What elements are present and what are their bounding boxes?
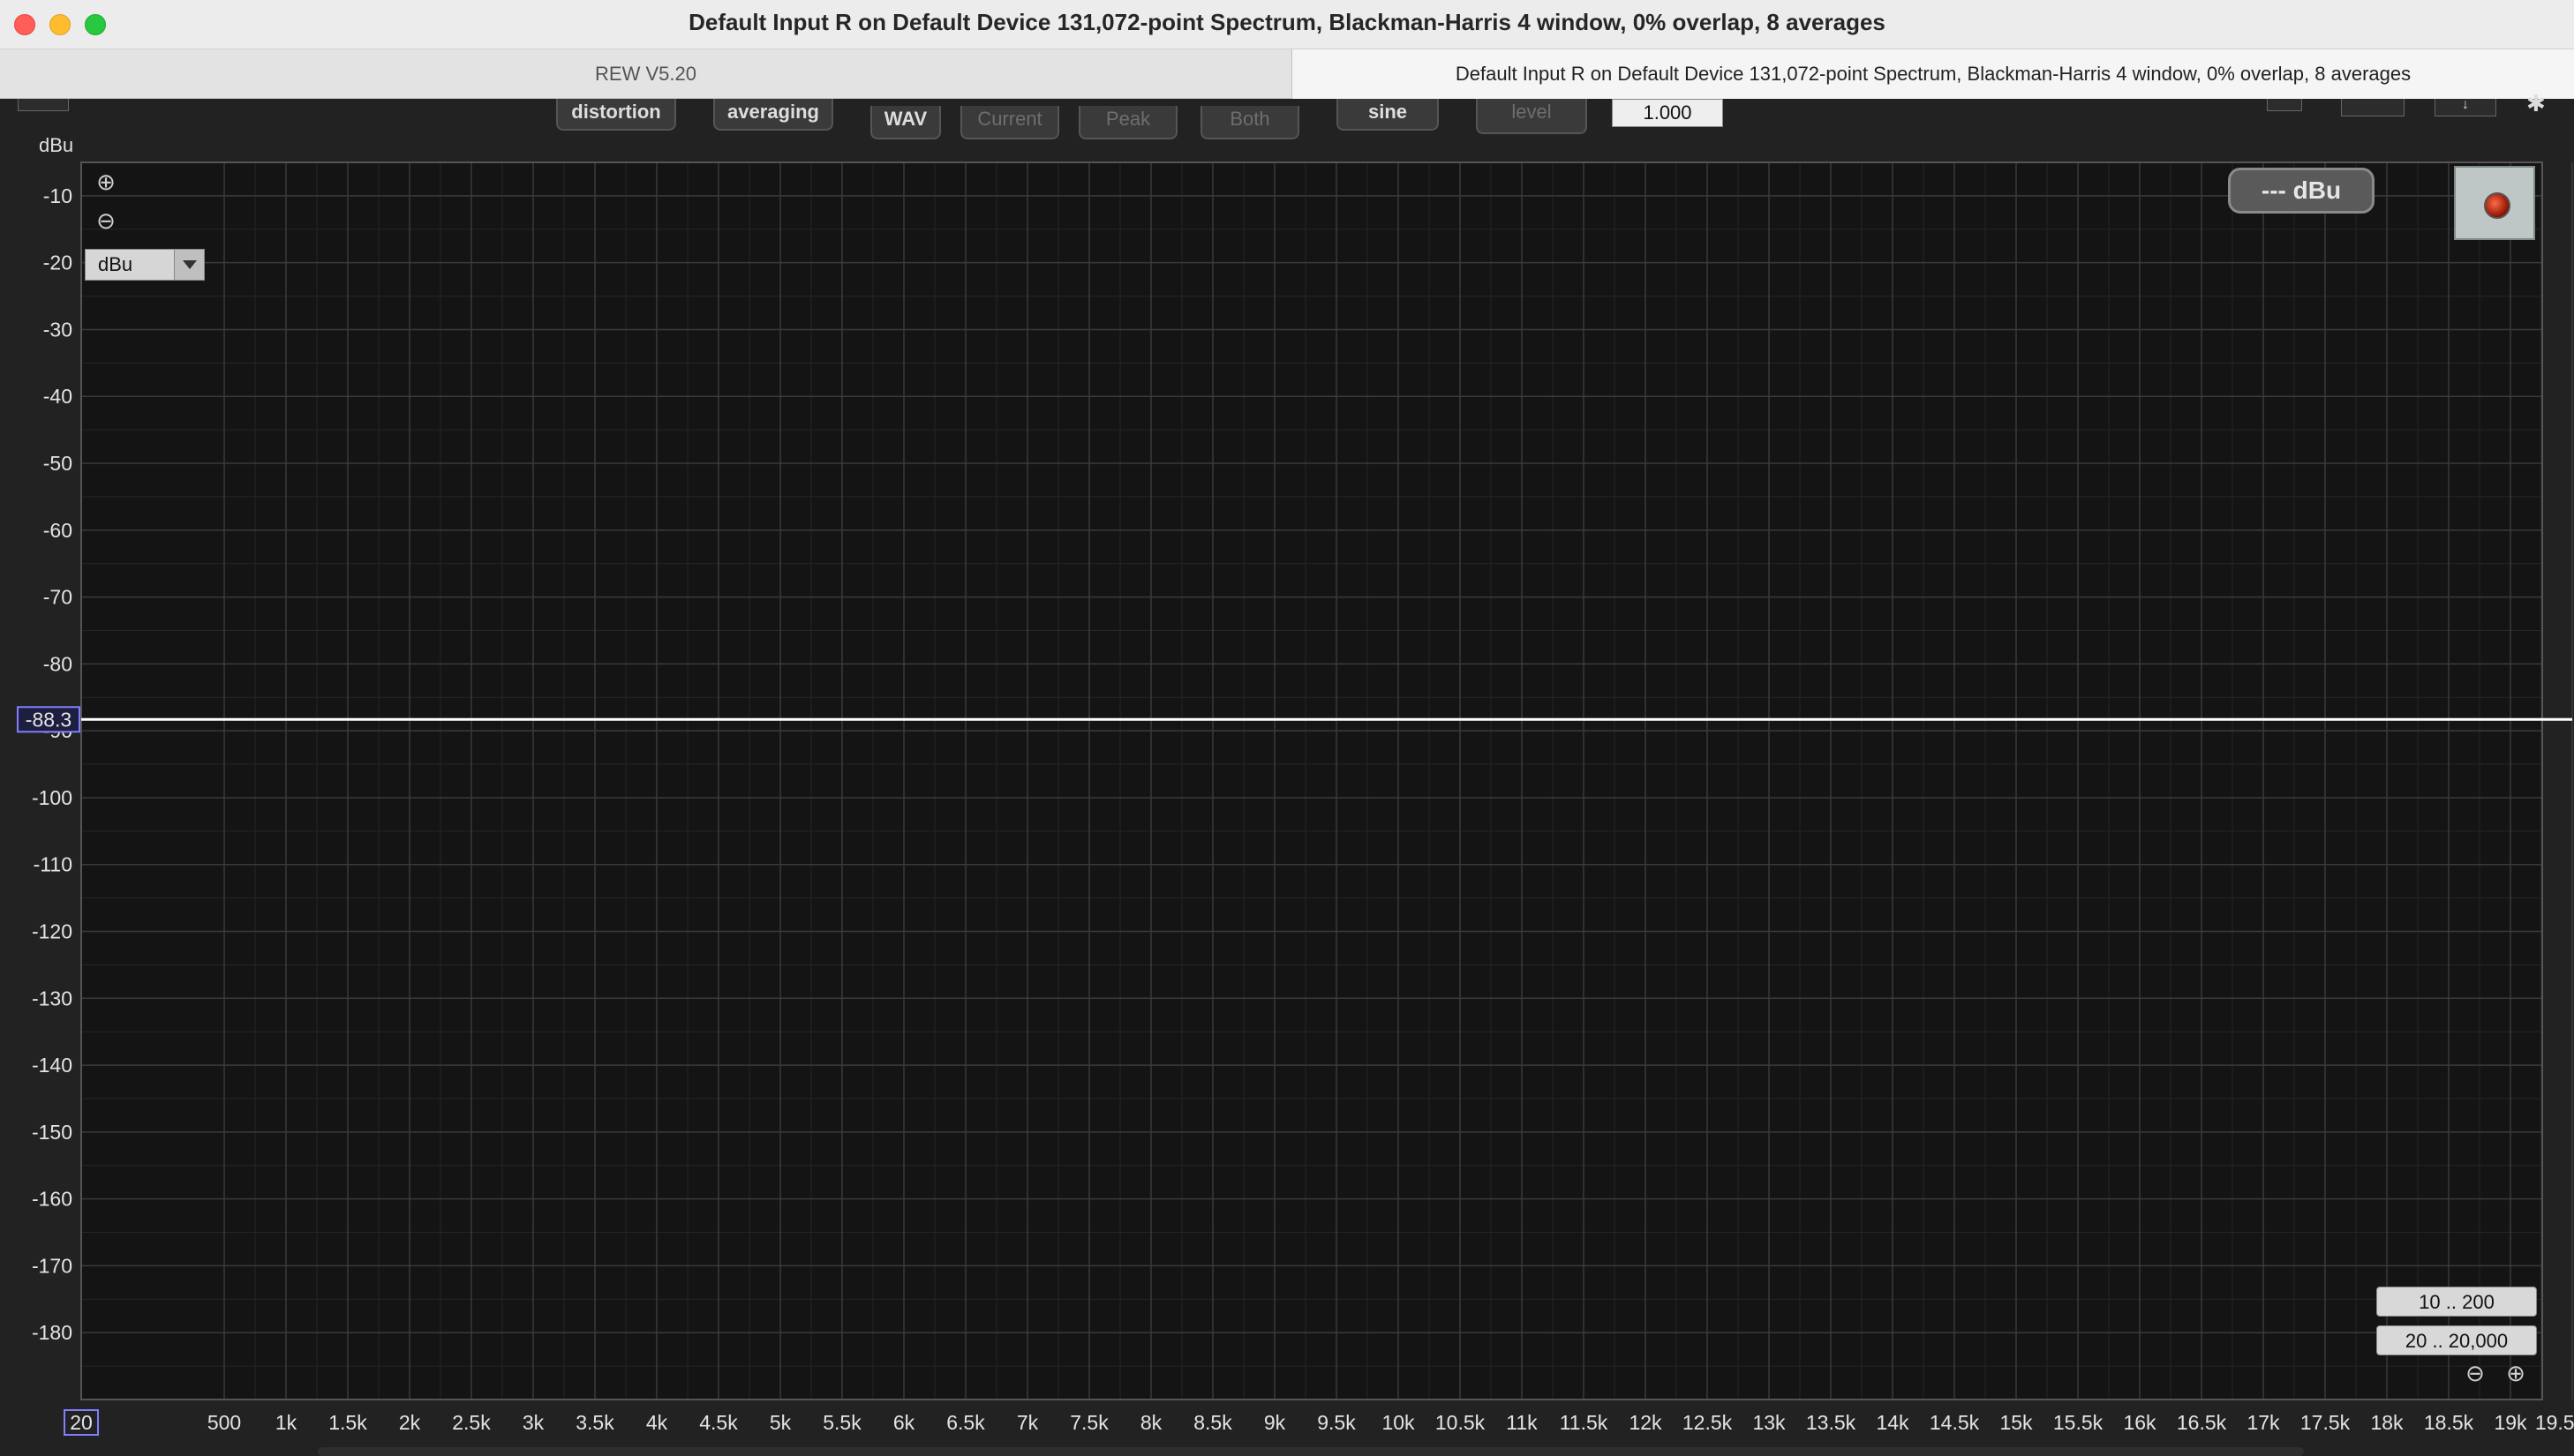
y-tick-label: -80 — [43, 652, 72, 675]
tab-rta-spectrum[interactable]: Default Input R on Default Device 131,07… — [1292, 49, 2574, 99]
y-tick-label: -70 — [43, 586, 72, 609]
x-tick-label: 9k — [1264, 1411, 1286, 1434]
x-tick-label: 7.5k — [1070, 1411, 1109, 1434]
chevron-down-icon[interactable] — [174, 250, 204, 280]
current-button[interactable]: Current — [960, 106, 1059, 139]
x-tick-label: 14k — [1876, 1411, 1909, 1434]
zoom-out-icon[interactable]: ⊖ — [95, 209, 117, 232]
x-tick-label: 2.5k — [452, 1411, 491, 1434]
x-tick-label: 4.5k — [699, 1411, 738, 1434]
x-tick-label: 8k — [1140, 1411, 1163, 1434]
y-tick-label: -150 — [32, 1121, 72, 1144]
y-tick-label: -60 — [43, 519, 72, 542]
y-tick-label: -100 — [32, 786, 72, 809]
spectrum-chart[interactable]: -10-20-30-40-50-60-70-80-90-100-110-120-… — [0, 99, 2574, 1456]
toolbar-icon-left[interactable] — [18, 99, 69, 111]
x-tick-label: 4k — [646, 1411, 668, 1434]
y-tick-label: -130 — [32, 987, 72, 1009]
range-10-200-button[interactable]: 10 .. 200 — [2376, 1287, 2537, 1317]
range-20-20000-button[interactable]: 20 .. 20,000 — [2376, 1325, 2537, 1355]
x-tick-label: 500 — [207, 1411, 241, 1434]
gain-value-field[interactable]: 1.000 — [1612, 99, 1723, 127]
x-tick-label: 11k — [1506, 1411, 1538, 1434]
x-tick-label: 15k — [1999, 1411, 2033, 1434]
distortion-button[interactable]: distortion — [556, 99, 676, 131]
record-button[interactable] — [2454, 166, 2535, 240]
x-tick-label: 5.5k — [823, 1411, 862, 1434]
x-tick-label: 14.5k — [1930, 1411, 1980, 1434]
x-tick-label: 19k — [2494, 1411, 2527, 1434]
cursor-value-label: -88.3 — [26, 708, 72, 731]
y-tick-label: -120 — [32, 920, 72, 943]
unit-select-value: dBu — [98, 253, 133, 275]
y-tick-label: -40 — [43, 385, 72, 408]
tab-rew[interactable]: REW V5.20 — [0, 49, 1292, 99]
x-tick-label: 15.5k — [2053, 1411, 2104, 1434]
x-tick-label: 20 — [70, 1411, 93, 1434]
x-tick-label: 12k — [1629, 1411, 1662, 1434]
x-tick-label: 1k — [275, 1411, 297, 1434]
x-tick-label: 12.5k — [1682, 1411, 1733, 1434]
x-tick-label: 18k — [2370, 1411, 2404, 1434]
x-tick-label: 5k — [770, 1411, 792, 1434]
y-tick-label: -110 — [34, 853, 72, 876]
window-title: Default Input R on Default Device 131,07… — [689, 9, 1885, 35]
x-tick-label: 3.5k — [576, 1411, 614, 1434]
rta-plot-window: -10-20-30-40-50-60-70-80-90-100-110-120-… — [0, 92, 2574, 1456]
level-button[interactable]: level — [1476, 99, 1587, 134]
x-tick-label: 16.5k — [2177, 1411, 2227, 1434]
x-tick-label: 6.5k — [946, 1411, 985, 1434]
y-tick-label: -170 — [32, 1254, 72, 1277]
y-tick-label: -50 — [43, 452, 72, 475]
x-tick-label: 17k — [2247, 1411, 2280, 1434]
x-tick-label: 18.5k — [2424, 1411, 2474, 1434]
sine-button[interactable]: sine — [1336, 99, 1439, 131]
grid-icon[interactable] — [2341, 99, 2405, 116]
x-tick-label: 7k — [1017, 1411, 1039, 1434]
both-button[interactable]: Both — [1200, 106, 1299, 139]
y-tick-label: -10 — [43, 184, 72, 207]
zoom-in-icon[interactable]: ⊕ — [95, 170, 117, 193]
y-tick-label: -30 — [43, 318, 72, 341]
horizontal-scrollbar[interactable] — [318, 1447, 2304, 1456]
x-tick-label: 8.5k — [1193, 1411, 1232, 1434]
x-tick-label: 13k — [1752, 1411, 1786, 1434]
y-tick-label: -180 — [32, 1321, 72, 1344]
y-tick-label: -160 — [32, 1188, 72, 1211]
x-tick-label: 10k — [1381, 1411, 1415, 1434]
toolbar-icon-minimize[interactable] — [2267, 99, 2302, 111]
x-tick-label: 10.5k — [1435, 1411, 1486, 1434]
x-tick-label: 17.5k — [2300, 1411, 2351, 1434]
averaging-button[interactable]: averaging — [713, 99, 833, 131]
download-icon[interactable]: ↓ — [2435, 98, 2496, 116]
x-tick-label: 2k — [399, 1411, 421, 1434]
x-tick-label: 11.5k — [1560, 1411, 1608, 1434]
x-tick-label: 9.5k — [1317, 1411, 1356, 1434]
x-zoom-in-icon[interactable]: ⊕ — [2505, 1362, 2526, 1385]
window-title-bar: Default Input R on Default Device 131,07… — [0, 0, 2574, 49]
peak-button[interactable]: Peak — [1079, 106, 1178, 139]
y-tick-label: -20 — [43, 251, 72, 274]
unit-select[interactable]: dBu — [85, 249, 205, 281]
level-readout: --- dBu — [2228, 168, 2375, 214]
tab-strip: REW V5.20 Default Input R on Default Dev… — [0, 49, 2574, 99]
x-tick-label: 3k — [523, 1411, 545, 1434]
record-icon — [2484, 192, 2510, 219]
x-tick-label: 13.5k — [1806, 1411, 1856, 1434]
x-tick-label: 1.5k — [328, 1411, 367, 1434]
y-axis-unit-label: dBu — [39, 134, 74, 156]
x-tick-label: 6k — [893, 1411, 915, 1434]
x-zoom-out-icon[interactable]: ⊖ — [2465, 1362, 2486, 1385]
gear-icon[interactable]: ✱ — [2526, 92, 2553, 116]
plot-background — [81, 162, 2542, 1400]
y-tick-label: -140 — [32, 1054, 72, 1077]
x-tick-label: 19.5kHz — [2535, 1411, 2574, 1434]
wav-button[interactable]: WAV — [870, 106, 941, 139]
x-tick-label: 16k — [2123, 1411, 2156, 1434]
